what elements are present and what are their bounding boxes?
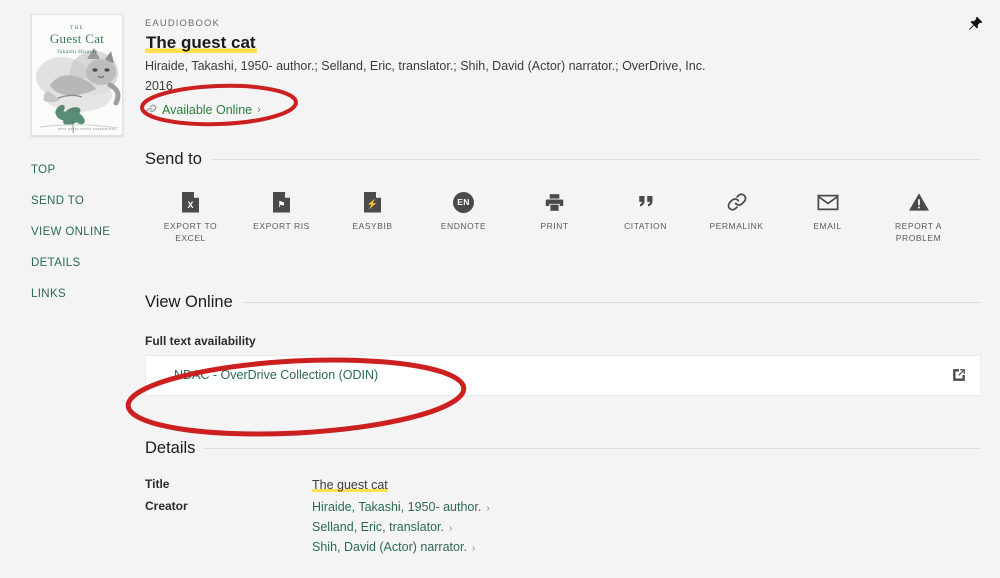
endnote-button[interactable]: EN ENDNOTE	[418, 191, 509, 232]
view-online-section: View Online Full text availability NDAC …	[145, 293, 981, 396]
section-divider	[205, 447, 981, 449]
section-navigation-sidebar: TOP SEND TO VIEW ONLINE DETAILS LINKS	[31, 154, 136, 309]
pin-record-button[interactable]	[962, 10, 988, 36]
chevron-right-icon: ›	[449, 523, 453, 535]
export-to-excel-button[interactable]: X EXPORT TO EXCEL	[145, 191, 236, 245]
export-ris-label: EXPORT RIS	[253, 221, 310, 231]
detail-values-title: The guest cat	[312, 475, 981, 495]
sidebar-item-top[interactable]: TOP	[31, 154, 136, 185]
easybib-label: EASYBIB	[352, 221, 393, 231]
report-a-problem-button[interactable]: REPORT A PROBLEM	[873, 191, 964, 245]
citation-label: CITATION	[624, 221, 667, 231]
details-rows: Title The guest cat Creator Hiraide, Tak…	[145, 475, 981, 558]
report-a-problem-label: REPORT A PROBLEM	[894, 221, 943, 244]
detail-values-creator: Hiraide, Takashi, 1950- author. › Selland…	[312, 497, 981, 558]
print-label: PRINT	[540, 221, 569, 231]
external-link-icon[interactable]	[952, 368, 966, 382]
endnote-icon: EN	[453, 191, 474, 213]
chevron-right-icon: ›	[471, 543, 476, 555]
sidebar-item-links[interactable]: LINKS	[31, 278, 136, 309]
warning-triangle-icon	[908, 191, 930, 213]
endnote-label: ENDNOTE	[440, 221, 487, 231]
link-icon	[145, 104, 157, 116]
email-button[interactable]: EMAIL	[782, 191, 873, 232]
endnote-glyph: EN	[453, 191, 474, 213]
details-heading-row: Details	[145, 439, 981, 458]
detail-label-creator: Creator	[145, 498, 188, 513]
email-label: EMAIL	[813, 221, 842, 231]
full-text-availability-label: Full text availability	[145, 333, 256, 348]
details-heading: Details	[145, 438, 196, 457]
quote-icon	[636, 191, 656, 213]
cover-author: Takashi Hiraide	[56, 48, 98, 55]
sidebar-item-view-online[interactable]: VIEW ONLINE	[31, 216, 136, 247]
permalink-button[interactable]: PERMALINK	[691, 191, 782, 232]
creator-link[interactable]: Hiraide, Takashi, 1950- author.	[312, 500, 481, 514]
ndac-overdrive-collection-link[interactable]: NDAC - OverDrive Collection (ODIN)	[174, 368, 378, 382]
detail-row-title: Title The guest cat	[145, 475, 981, 495]
book-cover-thumbnail[interactable]: THE Guest Cat Takashi Hiraide NEW DIRECT…	[31, 14, 123, 136]
view-online-heading-row: View Online	[145, 293, 981, 312]
page-title: The guest cat	[145, 32, 257, 54]
chevron-right-icon: ›	[257, 104, 261, 116]
export-ris-button[interactable]: ⚑ EXPORT RIS	[236, 191, 327, 232]
send-to-heading-row: Send to	[145, 150, 981, 169]
print-button[interactable]: PRINT	[509, 191, 600, 232]
full-text-service-row[interactable]: NDAC - OverDrive Collection (ODIN)	[145, 354, 981, 396]
sidebar-item-send-to[interactable]: SEND TO	[31, 185, 136, 216]
pushpin-icon	[968, 16, 982, 30]
export-to-excel-label: EXPORT TO EXCEL	[163, 221, 218, 244]
publication-year: 2016	[145, 78, 173, 93]
view-online-heading: View Online	[145, 292, 233, 311]
record-header: THE Guest Cat Takashi Hiraide NEW DIRECT…	[0, 0, 1000, 136]
record-metadata: EAUDIOBOOK The guest cat Hiraide, Takash…	[145, 18, 965, 121]
section-divider	[242, 301, 981, 303]
record-main-content: Send to X EXPORT TO EXCEL ⚑ EXPORT RIS ⚡…	[145, 150, 981, 560]
detail-label-title: Title	[145, 476, 170, 491]
printer-icon	[544, 191, 565, 213]
easybib-document-icon: ⚡	[364, 191, 381, 213]
section-divider	[211, 159, 981, 160]
ris-document-icon: ⚑	[273, 191, 290, 213]
send-to-actions: X EXPORT TO EXCEL ⚑ EXPORT RIS ⚡ EASYBIB	[145, 173, 981, 253]
easybib-button[interactable]: ⚡ EASYBIB	[327, 191, 418, 232]
permalink-label: PERMALINK	[709, 221, 764, 231]
creator-link[interactable]: Selland, Eric, translator.	[312, 520, 444, 534]
sidebar-item-details[interactable]: DETAILS	[31, 247, 136, 278]
resource-type-label: EAUDIOBOOK	[145, 18, 220, 29]
creator-link[interactable]: Shih, David (Actor) narrator.	[312, 540, 467, 554]
cover-main-title: Guest Cat	[49, 31, 105, 46]
availability-status-link[interactable]: Available Online ›	[145, 103, 261, 117]
send-to-heading: Send to	[145, 150, 202, 168]
chain-link-icon	[726, 191, 748, 213]
detail-row-creator: Creator Hiraide, Takashi, 1950- author. ›…	[145, 497, 981, 558]
send-to-section: Send to X EXPORT TO EXCEL ⚑ EXPORT RIS ⚡…	[145, 150, 981, 253]
envelope-icon	[817, 191, 839, 213]
detail-value: The guest cat	[312, 477, 388, 492]
availability-label: Available Online	[162, 103, 253, 117]
chevron-right-icon: ›	[486, 502, 490, 514]
citation-button[interactable]: CITATION	[600, 191, 691, 232]
details-section: Details Title The guest cat Creator Hira…	[145, 439, 981, 558]
excel-document-icon: X	[182, 191, 199, 213]
cover-title-block: THE Guest Cat Takashi Hiraide	[32, 26, 122, 55]
cover-publisher: NEW DIRECTIONS PAPERBOOK	[57, 127, 116, 131]
contributors-line: Hiraide, Takashi, 1950- author.; Selland…	[145, 59, 706, 74]
